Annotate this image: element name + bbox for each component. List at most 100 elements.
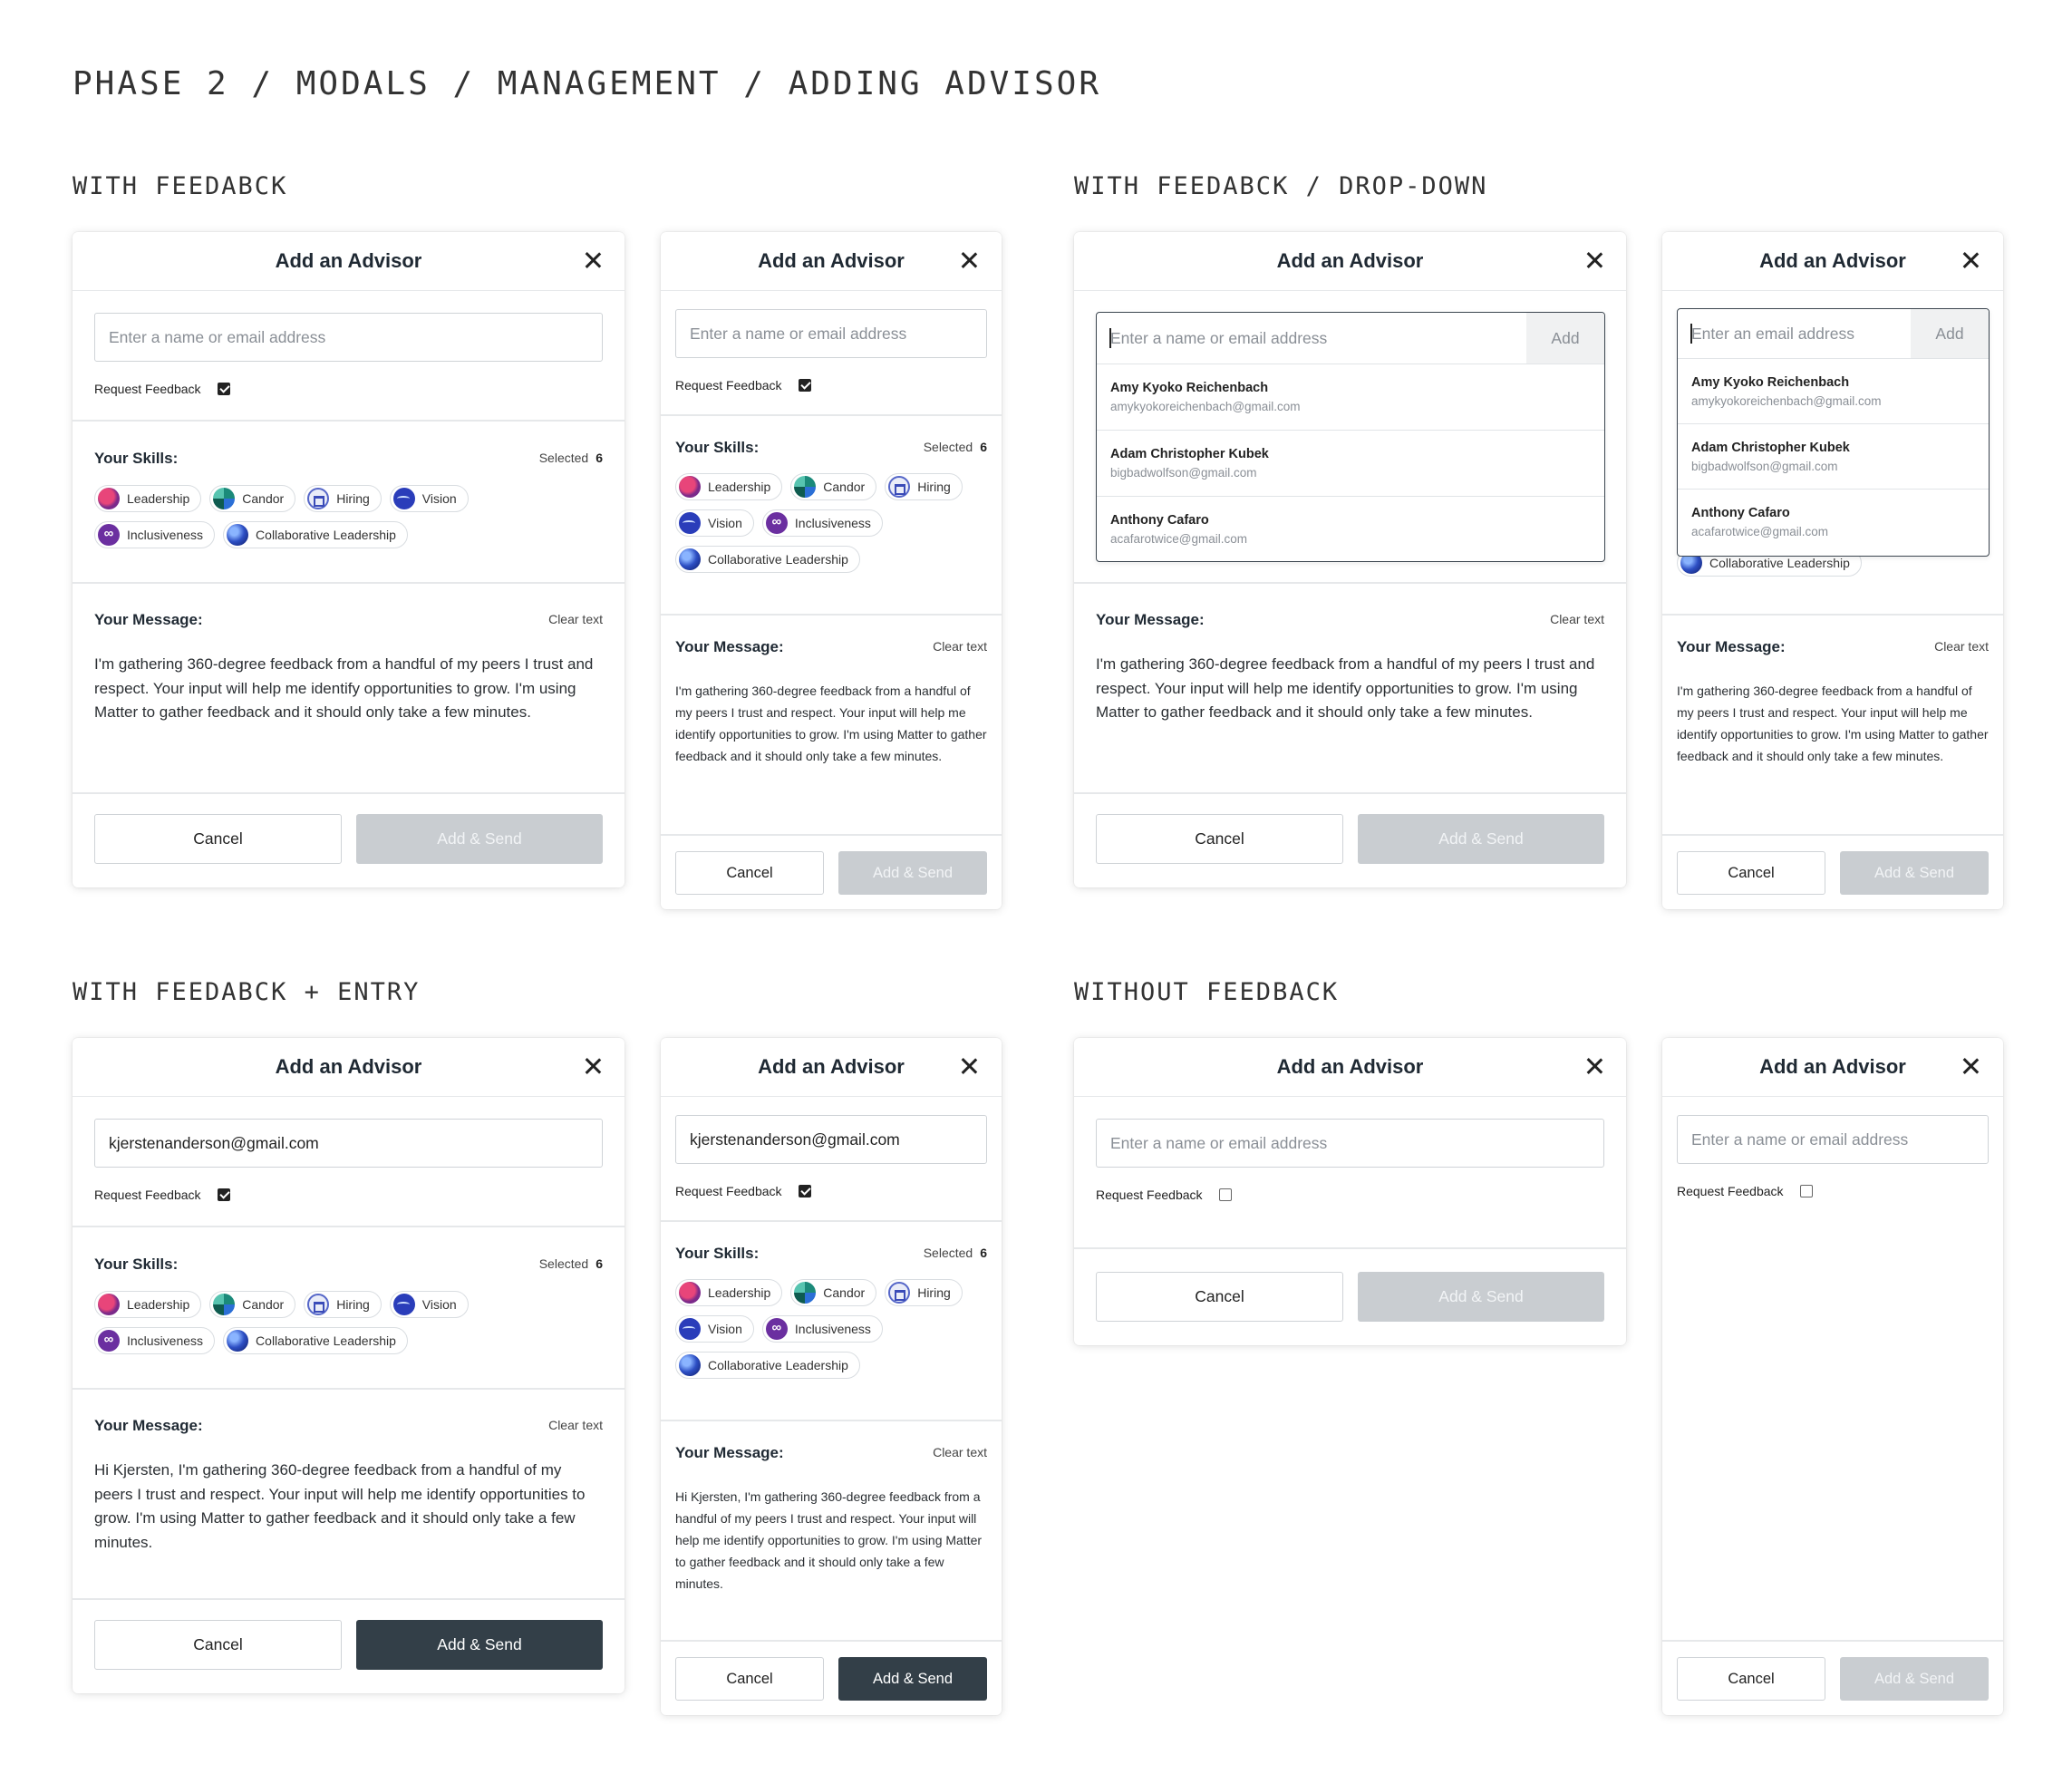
clear-text-link[interactable]: Clear text (548, 612, 603, 626)
skill-chip-inclusiveness[interactable]: Inclusiveness (761, 1315, 883, 1343)
close-icon[interactable] (955, 247, 983, 274)
message-text[interactable]: Hi Kjersten, I'm gathering 360-degree fe… (675, 1486, 989, 1595)
advisor-search-input[interactable]: Enter a name or email address Add (1097, 313, 1604, 364)
candor-icon (213, 488, 236, 509)
add-send-button[interactable]: Add & Send (1840, 1657, 1989, 1701)
message-text[interactable]: I'm gathering 360-degree feedback from a… (94, 653, 603, 725)
request-feedback-checkbox[interactable] (218, 1188, 230, 1201)
request-feedback-checkbox[interactable] (218, 383, 230, 395)
advisor-search-input[interactable]: kjerstenanderson@gmail.com (675, 1115, 987, 1164)
skill-chip-candor[interactable]: Candor (209, 1291, 296, 1318)
cancel-button[interactable]: Cancel (94, 1620, 342, 1670)
add-send-button[interactable]: Add & Send (838, 1657, 987, 1701)
cancel-button[interactable]: Cancel (675, 1657, 824, 1701)
skill-chip-collaborative-leadership[interactable]: Collaborative Leadership (675, 546, 860, 573)
add-send-button[interactable]: Add & Send (356, 814, 603, 864)
cancel-button[interactable]: Cancel (1096, 814, 1343, 864)
suggestion-item[interactable]: Amy Kyoko Reichenbach amykyokoreichenbac… (1678, 359, 1989, 424)
advisor-search-input[interactable]: Enter a name or email address (675, 309, 987, 358)
suggestion-email: amykyokoreichenbach@gmail.com (1691, 394, 1882, 408)
hiring-icon (888, 476, 911, 498)
request-feedback-checkbox[interactable] (1800, 1185, 1813, 1197)
modal-header: Add an Advisor (1074, 1038, 1626, 1097)
divider (1662, 614, 2003, 616)
page-title: PHASE 2 / MODALS / MANAGEMENT / ADDING A… (73, 65, 1101, 102)
skill-chip-leadership[interactable]: Leadership (94, 1291, 202, 1318)
skill-chip-vision[interactable]: Vision (675, 509, 754, 537)
cancel-button[interactable]: Cancel (1677, 1657, 1825, 1701)
request-feedback-checkbox[interactable] (799, 379, 811, 392)
skill-chip-leadership[interactable]: Leadership (675, 1279, 783, 1306)
close-icon[interactable] (1957, 1052, 1984, 1080)
skill-chip-vision[interactable]: Vision (389, 1291, 469, 1318)
suggestion-item[interactable]: Anthony Cafaro acafarotwice@gmail.com (1097, 497, 1604, 561)
advisor-search-input[interactable]: Enter a name or email address (94, 313, 603, 362)
modal-header: Add an Advisor (73, 1038, 625, 1097)
clear-text-link[interactable]: Clear text (933, 639, 987, 654)
skill-chip-inclusiveness[interactable]: Inclusiveness (761, 509, 883, 537)
skill-chip-inclusiveness[interactable]: Inclusiveness (94, 521, 216, 548)
clear-text-link[interactable]: Clear text (1934, 639, 1989, 654)
skill-chip-leadership[interactable]: Leadership (94, 485, 202, 512)
message-text[interactable]: Hi Kjersten, I'm gathering 360-degree fe… (94, 1459, 603, 1555)
skill-chip-collaborative-leadership[interactable]: Collaborative Leadership (223, 521, 408, 548)
skill-chip-hiring[interactable]: Hiring (304, 485, 382, 512)
message-text[interactable]: I'm gathering 360-degree feedback from a… (1096, 653, 1604, 725)
message-text[interactable]: I'm gathering 360-degree feedback from a… (675, 680, 989, 767)
close-icon[interactable] (955, 1052, 983, 1080)
skill-chip-hiring[interactable]: Hiring (885, 1279, 963, 1306)
suggestion-item[interactable]: Adam Christopher Kubek bigbadwolfson@gma… (1678, 424, 1989, 490)
skill-chip-collaborative-leadership[interactable]: Collaborative Leadership (675, 1352, 860, 1379)
skills-list: Leadership Candor Hiring Vision Inclusiv… (94, 1291, 529, 1354)
skill-chip-leadership[interactable]: Leadership (675, 473, 783, 500)
divider (1074, 792, 1626, 794)
close-icon[interactable] (1581, 1052, 1608, 1080)
advisor-search-input[interactable]: Enter a name or email address (1096, 1119, 1604, 1168)
request-feedback-label: Request Feedback (675, 1184, 782, 1198)
close-icon[interactable] (1581, 247, 1608, 274)
suggestion-item[interactable]: Adam Christopher Kubek bigbadwolfson@gma… (1097, 431, 1604, 497)
advisor-email-input[interactable]: Enter an email address Add (1678, 309, 1989, 359)
cancel-button[interactable]: Cancel (94, 814, 342, 864)
clear-text-link[interactable]: Clear text (933, 1445, 987, 1459)
skill-chip-hiring[interactable]: Hiring (304, 1291, 382, 1318)
skill-chip-candor[interactable]: Candor (209, 485, 296, 512)
skill-chip-collaborative-leadership[interactable]: Collaborative Leadership (223, 1327, 408, 1354)
advisor-search-input[interactable]: kjerstenanderson@gmail.com (94, 1119, 603, 1168)
skill-chip-hiring[interactable]: Hiring (885, 473, 963, 500)
skill-chip-candor[interactable]: Candor (790, 473, 877, 500)
clear-text-link[interactable]: Clear text (1550, 612, 1604, 626)
close-icon[interactable] (1957, 247, 1984, 274)
leadership-icon (679, 476, 701, 498)
skill-chip-vision[interactable]: Vision (675, 1315, 754, 1343)
suggestion-item[interactable]: Anthony Cafaro acafarotwice@gmail.com (1678, 490, 1989, 556)
cancel-button[interactable]: Cancel (1096, 1272, 1343, 1322)
add-send-button[interactable]: Add & Send (356, 1620, 603, 1670)
request-feedback-checkbox[interactable] (1219, 1188, 1232, 1201)
close-icon[interactable] (579, 247, 606, 274)
modal-header: Add an Advisor (661, 232, 1002, 291)
hiring-icon (307, 488, 330, 509)
modal-header: Add an Advisor (1074, 232, 1626, 291)
selected-count: Selected 6 (923, 1246, 987, 1260)
request-feedback-label: Request Feedback (94, 1188, 201, 1202)
skill-chip-candor[interactable]: Candor (790, 1279, 877, 1306)
clear-text-link[interactable]: Clear text (548, 1418, 603, 1432)
advisor-search-input[interactable]: Enter a name or email address (1677, 1115, 1989, 1164)
suggestion-item[interactable]: Amy Kyoko Reichenbach amykyokoreichenbac… (1097, 364, 1604, 431)
close-icon[interactable] (579, 1052, 606, 1080)
skill-chip-vision[interactable]: Vision (389, 485, 469, 512)
skill-chip-inclusiveness[interactable]: Inclusiveness (94, 1327, 216, 1354)
add-button[interactable]: Add (1911, 309, 1989, 358)
add-send-button[interactable]: Add & Send (1840, 851, 1989, 895)
request-feedback-checkbox[interactable] (799, 1185, 811, 1197)
cancel-button[interactable]: Cancel (675, 851, 824, 895)
add-button[interactable]: Add (1526, 313, 1604, 364)
add-send-button[interactable]: Add & Send (1358, 1272, 1604, 1322)
add-send-button[interactable]: Add & Send (1358, 814, 1604, 864)
suggestion-name: Amy Kyoko Reichenbach (1691, 375, 1850, 390)
add-send-button[interactable]: Add & Send (838, 851, 987, 895)
cancel-button[interactable]: Cancel (1677, 851, 1825, 895)
input-value: kjerstenanderson@gmail.com (109, 1134, 319, 1152)
message-text[interactable]: I'm gathering 360-degree feedback from a… (1677, 680, 1990, 767)
